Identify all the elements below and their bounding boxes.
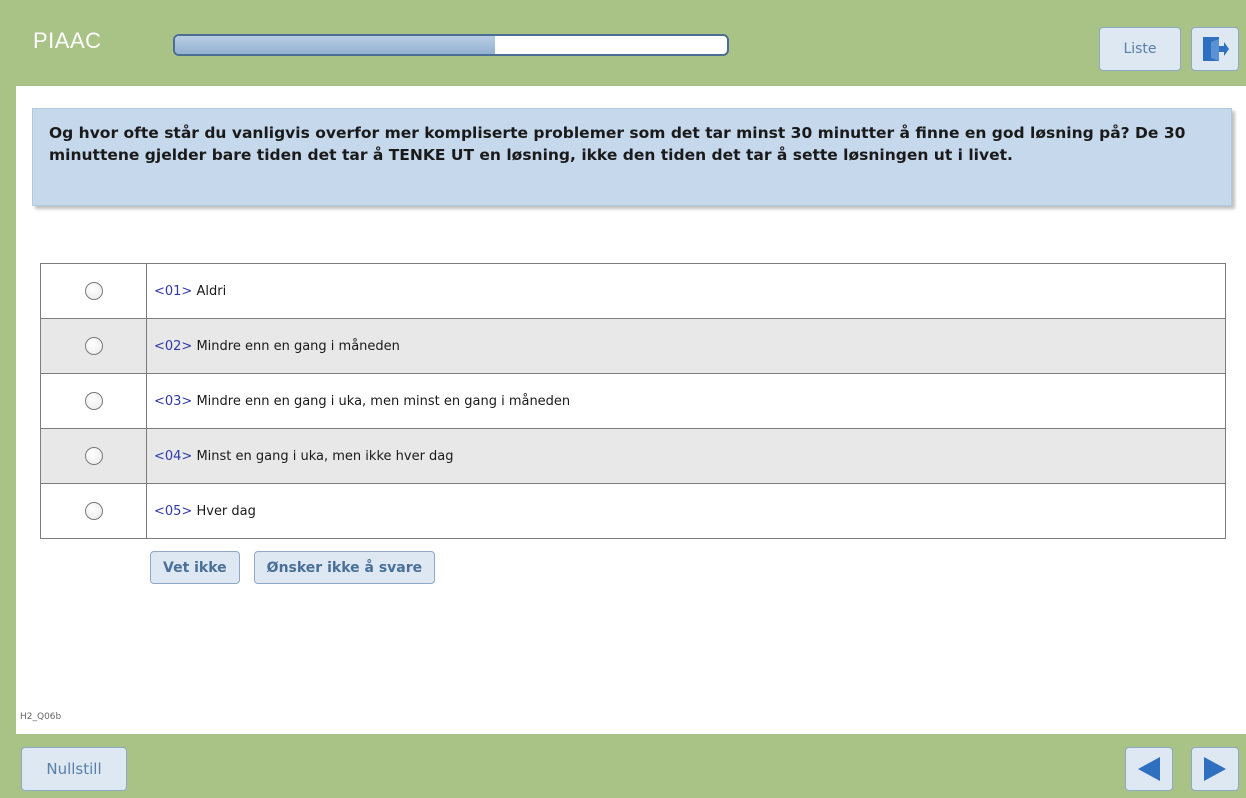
option-radio-04[interactable] bbox=[84, 447, 103, 465]
next-button[interactable] bbox=[1191, 747, 1239, 791]
question-box: Og hvor ofte står du vanligvis overfor m… bbox=[32, 108, 1232, 206]
option-row[interactable]: <02> Mindre enn en gang i måneden bbox=[40, 318, 1226, 374]
option-code: <01> bbox=[154, 283, 193, 299]
progress-bar bbox=[173, 34, 729, 56]
refuse-button[interactable]: Ønsker ikke å svare bbox=[253, 551, 436, 584]
exit-door-icon bbox=[1203, 37, 1229, 61]
option-code: <04> bbox=[154, 448, 193, 464]
reset-button[interactable]: Nullstill bbox=[21, 747, 127, 791]
exit-button[interactable] bbox=[1191, 27, 1239, 71]
option-row[interactable]: <03> Mindre enn en gang i uka, men minst… bbox=[40, 373, 1226, 429]
option-radio-05[interactable] bbox=[84, 502, 103, 520]
special-answer-buttons: Vet ikke Ønsker ikke å svare bbox=[150, 551, 436, 584]
progress-fill bbox=[175, 36, 496, 54]
list-button[interactable]: Liste bbox=[1099, 27, 1181, 71]
option-label: Hver dag bbox=[196, 503, 256, 519]
option-row[interactable]: <05> Hver dag bbox=[40, 483, 1226, 539]
option-radio-02[interactable] bbox=[84, 337, 103, 355]
option-radio-03[interactable] bbox=[84, 392, 103, 410]
option-label: Aldri bbox=[196, 283, 227, 299]
option-label: Mindre enn en gang i måneden bbox=[196, 338, 400, 354]
arrow-left-icon bbox=[1138, 757, 1160, 781]
option-radio-01[interactable] bbox=[84, 282, 103, 300]
header-bar: PIAAC Liste bbox=[0, 0, 1246, 86]
option-code: <05> bbox=[154, 503, 193, 519]
option-row[interactable]: <01> Aldri bbox=[40, 263, 1226, 319]
option-row[interactable]: <04> Minst en gang i uka, men ikke hver … bbox=[40, 428, 1226, 484]
answer-options-table: <01> Aldri <02> Mindre enn en gang i mån… bbox=[40, 263, 1226, 539]
option-label: Mindre enn en gang i uka, men minst en g… bbox=[196, 393, 571, 409]
option-label: Minst en gang i uka, men ikke hver dag bbox=[196, 448, 454, 464]
option-code: <03> bbox=[154, 393, 193, 409]
question-text: Og hvor ofte står du vanligvis overfor m… bbox=[49, 124, 1186, 164]
dont-know-button[interactable]: Vet ikke bbox=[150, 551, 240, 584]
option-code: <02> bbox=[154, 338, 193, 354]
previous-button[interactable] bbox=[1125, 747, 1173, 791]
app-title: PIAAC bbox=[33, 28, 102, 53]
question-panel: Og hvor ofte står du vanligvis overfor m… bbox=[16, 86, 1246, 734]
item-id-label: H2_Q06b bbox=[20, 712, 62, 722]
arrow-right-icon bbox=[1204, 757, 1226, 781]
